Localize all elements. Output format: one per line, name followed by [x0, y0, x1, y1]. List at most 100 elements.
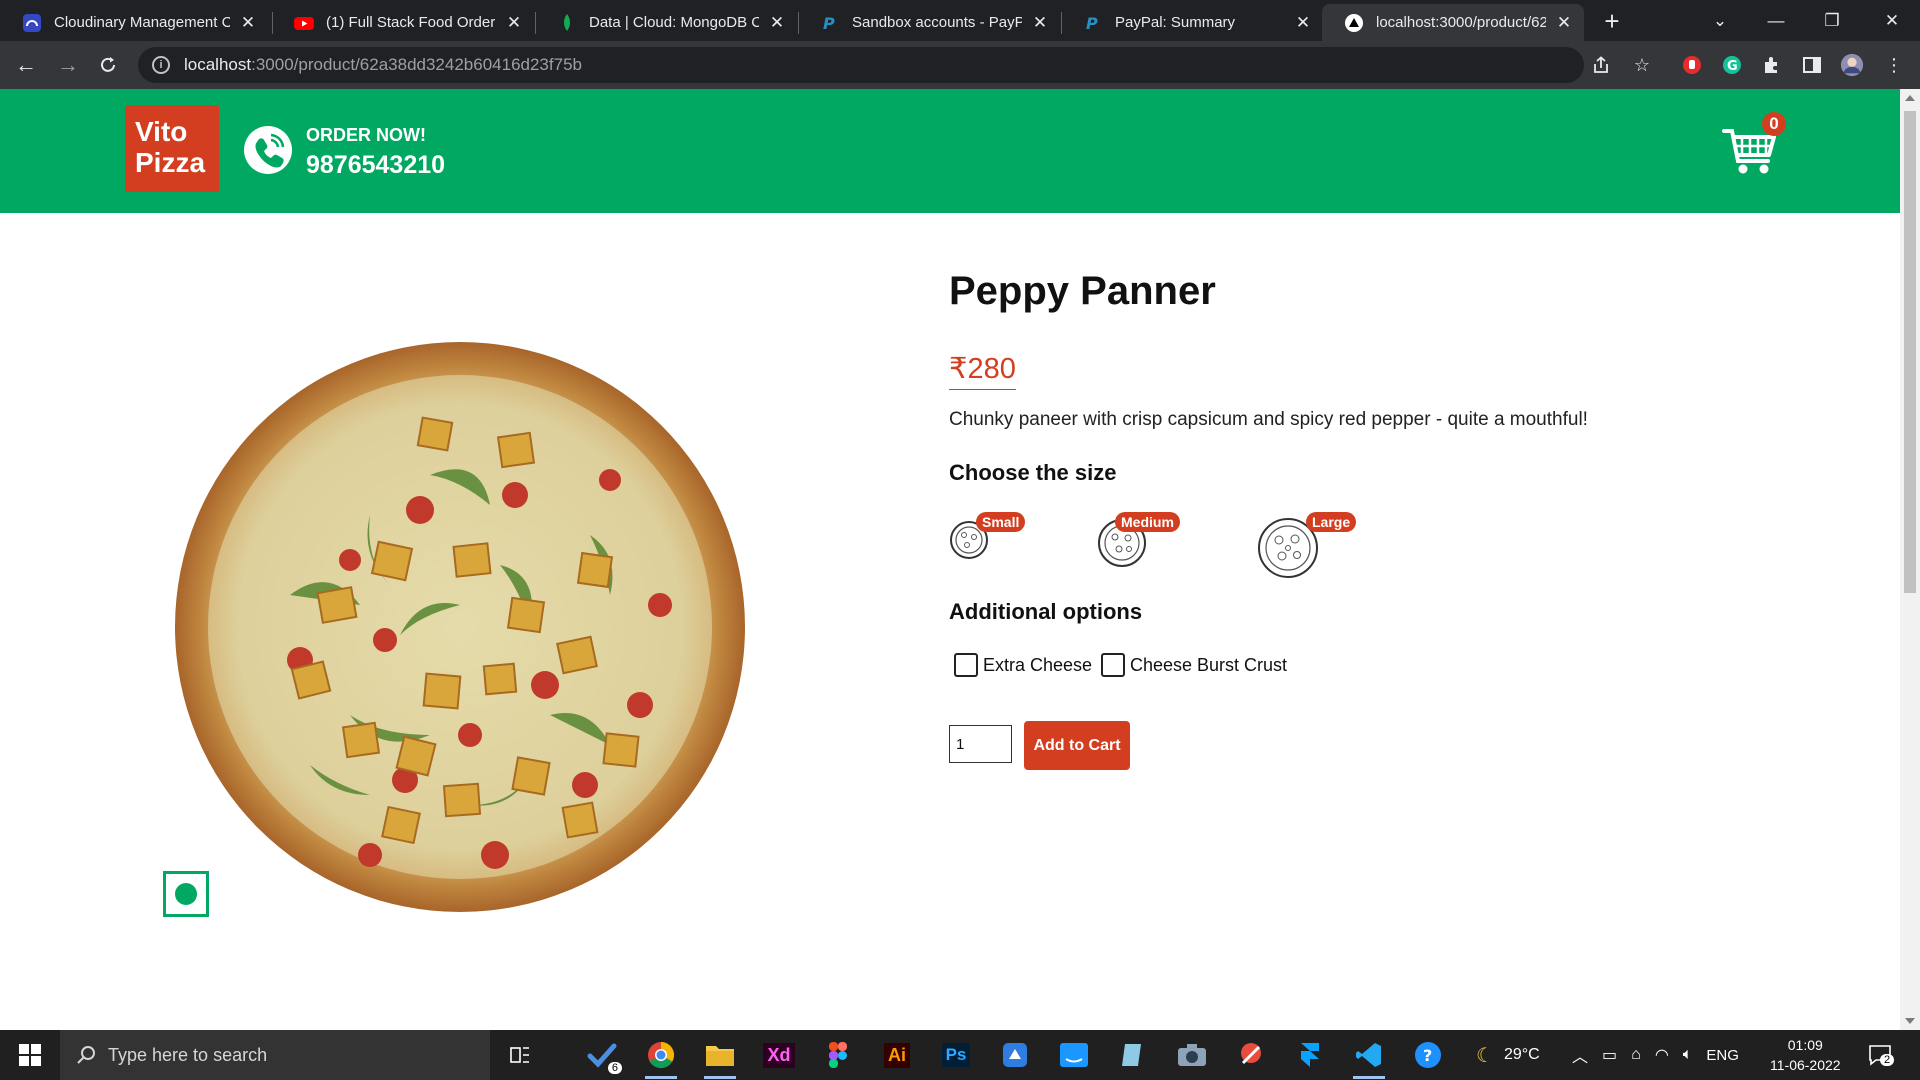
clock-time: 01:09: [1787, 1037, 1823, 1053]
task-view-icon[interactable]: [500, 1036, 540, 1074]
browser-tab[interactable]: P PayPal: Summary ✕: [1061, 4, 1323, 41]
framer-icon[interactable]: [1290, 1036, 1330, 1074]
taskbar-search-box[interactable]: Type here to search: [60, 1030, 490, 1080]
veg-symbol: [163, 871, 209, 917]
volume-icon[interactable]: 🔈︎: [1683, 1046, 1693, 1064]
notification-center-button[interactable]: 2: [1868, 1030, 1895, 1080]
new-tab-button[interactable]: +: [1598, 8, 1626, 36]
chrome-taskbar-icon[interactable]: [641, 1036, 681, 1079]
address-bar[interactable]: i localhost:3000/product/62a38dd3242b604…: [138, 47, 1584, 83]
option-label: Extra Cheese: [983, 654, 1093, 675]
product-description: Chunky paneer with crisp capsicum and sp…: [949, 409, 1588, 430]
scroll-up-arrow[interactable]: [1905, 95, 1915, 101]
browser-tab[interactable]: Cloudinary Management Cc ✕: [0, 4, 268, 41]
adobe-illustrator-icon[interactable]: Ai: [877, 1036, 917, 1074]
youtube-icon: [294, 13, 314, 33]
tray-chevron-icon[interactable]: ︿: [1572, 1043, 1588, 1067]
chrome-menu-icon[interactable]: ⋮: [1882, 53, 1906, 77]
logo-line1: Vito: [135, 116, 188, 147]
bookmark-star-icon[interactable]: ☆: [1630, 53, 1654, 77]
url-path: :3000/product/62a38dd3242b60416d23f75b: [251, 55, 582, 74]
tab-title: Cloudinary Management Cc: [54, 14, 230, 31]
tab-title: localhost:3000/product/62a: [1376, 14, 1546, 31]
browser-tab[interactable]: Data | Cloud: MongoDB Clo ✕: [535, 4, 797, 41]
phone-icon: [244, 126, 292, 174]
svg-text:?: ?: [1423, 1046, 1432, 1065]
restore-button[interactable]: ❐: [1804, 0, 1860, 41]
size-label-medium: Medium: [1115, 512, 1180, 532]
app-badge: 6: [607, 1062, 622, 1074]
prime-video-icon[interactable]: [1054, 1036, 1094, 1074]
extra-cheese-checkbox[interactable]: [954, 653, 978, 677]
back-button[interactable]: ←: [10, 49, 42, 81]
close-icon[interactable]: ✕: [238, 13, 258, 33]
site-info-icon[interactable]: i: [152, 56, 170, 74]
camera-icon[interactable]: [1172, 1036, 1212, 1074]
device-icon[interactable]: ⌂: [1631, 1046, 1641, 1064]
svg-text:G: G: [1727, 59, 1738, 74]
figma-icon[interactable]: [818, 1036, 858, 1074]
side-panel-icon[interactable]: [1800, 53, 1824, 77]
order-now-label: ORDER NOW!: [306, 125, 426, 145]
mongodb-leaf-icon: [557, 13, 577, 33]
page-scrollbar[interactable]: [1900, 89, 1920, 1030]
profile-avatar[interactable]: [1840, 53, 1864, 77]
todo-app-icon[interactable]: 6: [582, 1036, 622, 1074]
tab-title: (1) Full Stack Food Ordering: [326, 14, 496, 31]
clock[interactable]: 01:09 11-06-2022: [1770, 1030, 1841, 1080]
size-option-large[interactable]: Large: [1257, 512, 1357, 578]
snip-sketch-icon[interactable]: [1231, 1036, 1271, 1074]
file-explorer-icon[interactable]: [700, 1036, 740, 1079]
browser-tab-active[interactable]: localhost:3000/product/62a ✕: [1322, 4, 1584, 41]
close-icon[interactable]: ✕: [1030, 13, 1050, 33]
quantity-input[interactable]: [949, 725, 1012, 763]
page-content: Vito Pizza ORDER NOW! 9876543210 0 Peppy…: [0, 89, 1900, 1030]
help-icon[interactable]: ?: [1408, 1036, 1448, 1074]
extensions-puzzle-icon[interactable]: [1760, 53, 1784, 77]
browser-tab[interactable]: P Sandbox accounts - PayPal ✕: [798, 4, 1060, 41]
clock-date: 11-06-2022: [1770, 1057, 1841, 1073]
weather-widget[interactable]: ☾ 29°C: [1476, 1030, 1540, 1080]
svg-text:P: P: [823, 14, 835, 33]
vscode-icon[interactable]: [1349, 1036, 1389, 1079]
reload-button[interactable]: [92, 49, 124, 81]
battery-icon[interactable]: ▭: [1602, 1045, 1617, 1065]
moon-icon: ☾: [1476, 1044, 1494, 1067]
option-label: Cheese Burst Crust: [1130, 654, 1288, 675]
tab-title: Data | Cloud: MongoDB Clo: [589, 14, 759, 31]
cloudinary-icon: [22, 13, 42, 33]
close-icon[interactable]: ✕: [1554, 13, 1574, 33]
minimize-button[interactable]: —: [1748, 0, 1804, 41]
browser-tab[interactable]: (1) Full Stack Food Ordering ✕: [272, 4, 534, 41]
app-icon[interactable]: [995, 1036, 1035, 1074]
search-icon: [77, 1046, 95, 1064]
scroll-down-arrow[interactable]: [1905, 1018, 1915, 1024]
adobe-xd-icon[interactable]: Xd: [759, 1036, 799, 1074]
site-logo[interactable]: Vito Pizza: [125, 105, 219, 192]
grammarly-icon[interactable]: G: [1720, 53, 1744, 77]
window-close-button[interactable]: ✕: [1864, 0, 1920, 41]
nextjs-triangle-icon: [1344, 13, 1364, 33]
share-icon[interactable]: [1589, 53, 1613, 77]
scrollbar-thumb[interactable]: [1904, 111, 1916, 593]
start-button[interactable]: [0, 1030, 60, 1080]
wifi-icon[interactable]: ◠: [1655, 1045, 1669, 1065]
close-icon[interactable]: ✕: [504, 13, 524, 33]
adobe-photoshop-icon[interactable]: Ps: [936, 1036, 976, 1074]
cheese-burst-checkbox[interactable]: [1101, 653, 1125, 677]
close-icon[interactable]: ✕: [767, 13, 787, 33]
paypal-icon: P: [1083, 13, 1103, 33]
option-cheese-burst-crust[interactable]: Cheese Burst Crust: [1101, 653, 1287, 677]
browser-tab-strip: Cloudinary Management Cc ✕ (1) Full Stac…: [0, 0, 1920, 41]
close-icon[interactable]: ✕: [1293, 13, 1313, 33]
size-label-large: Large: [1306, 512, 1357, 532]
language-indicator[interactable]: ENG: [1706, 1047, 1739, 1064]
size-option-medium[interactable]: Medium: [1097, 512, 1189, 567]
forward-button[interactable]: →: [52, 49, 84, 81]
add-to-cart-button[interactable]: Add to Cart: [1024, 721, 1130, 770]
notes-app-icon[interactable]: [1113, 1036, 1153, 1074]
size-option-small[interactable]: Small: [949, 512, 1035, 560]
tab-search-chevron-icon[interactable]: ⌄: [1692, 0, 1748, 41]
option-extra-cheese[interactable]: Extra Cheese: [954, 653, 1092, 677]
extension-stop-icon[interactable]: [1680, 53, 1704, 77]
